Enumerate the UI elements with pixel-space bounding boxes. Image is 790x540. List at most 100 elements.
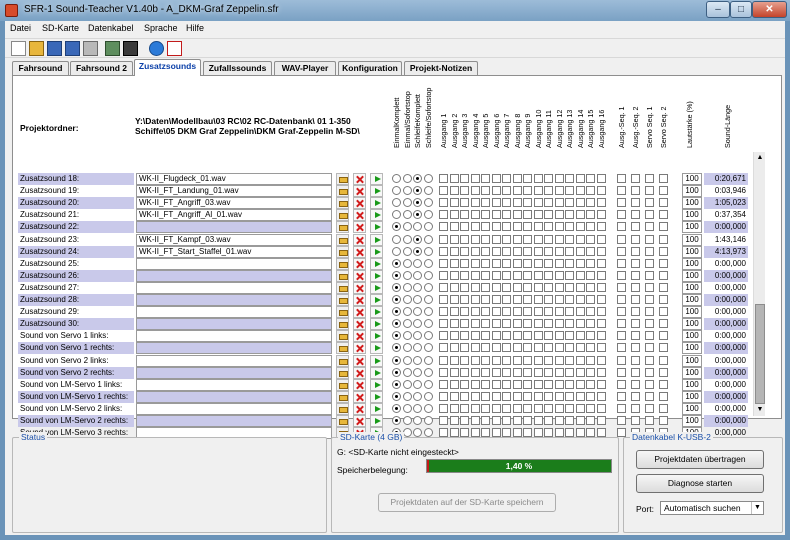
ausgang-checkbox-14[interactable] <box>575 270 585 280</box>
ausgang-checkbox-1[interactable] <box>439 367 448 377</box>
ausgang-checkbox-1[interactable] <box>439 186 448 196</box>
ausgang-checkbox-6[interactable] <box>491 270 501 280</box>
ausgang-checkbox-5[interactable] <box>481 234 490 244</box>
mode-radio-3[interactable] <box>413 403 422 413</box>
mode-radio-1[interactable] <box>392 295 401 304</box>
ausgang-checkbox-4[interactable] <box>470 295 480 304</box>
ausgang-checkbox-4[interactable] <box>470 331 480 341</box>
ausgang-checkbox-4[interactable] <box>470 307 480 317</box>
ausgang-checkbox-8[interactable] <box>512 258 522 268</box>
ausgang-checkbox-7[interactable] <box>502 270 511 280</box>
seq-checkbox-4[interactable] <box>659 282 668 292</box>
seq-checkbox-3[interactable] <box>645 379 654 389</box>
ausgang-checkbox-2[interactable] <box>449 282 459 292</box>
volume-field[interactable]: 100 <box>682 173 702 185</box>
ausgang-checkbox-4[interactable] <box>470 428 480 438</box>
seq-checkbox-2[interactable] <box>631 403 640 413</box>
ausgang-checkbox-14[interactable] <box>575 246 585 256</box>
seq-checkbox-3[interactable] <box>645 174 654 183</box>
ausgang-checkbox-15[interactable] <box>586 343 595 353</box>
seq-checkbox-1[interactable] <box>617 379 626 389</box>
sound-file-field[interactable] <box>136 342 332 355</box>
ausgang-checkbox-3[interactable] <box>460 367 469 377</box>
ausgang-checkbox-3[interactable] <box>460 246 469 256</box>
ausgang-checkbox-3[interactable] <box>460 186 469 196</box>
ausgang-checkbox-6[interactable] <box>491 379 501 389</box>
ausgang-checkbox-4[interactable] <box>470 198 480 208</box>
ausgang-checkbox-16[interactable] <box>596 403 606 413</box>
ausgang-checkbox-2[interactable] <box>449 174 459 183</box>
ausgang-checkbox-10[interactable] <box>533 210 543 220</box>
ausgang-checkbox-8[interactable] <box>512 367 522 377</box>
mode-radio-2[interactable] <box>402 295 412 304</box>
ausgang-checkbox-7[interactable] <box>502 343 511 353</box>
ausgang-checkbox-12[interactable] <box>554 186 564 196</box>
ausgang-checkbox-6[interactable] <box>491 282 501 292</box>
ausgang-checkbox-13[interactable] <box>565 282 574 292</box>
ausgang-checkbox-4[interactable] <box>470 258 480 268</box>
ausgang-checkbox-15[interactable] <box>586 186 595 196</box>
mode-radio-3[interactable] <box>413 428 422 438</box>
mode-radio-1[interactable] <box>392 379 401 389</box>
seq-checkbox-1[interactable] <box>617 210 626 220</box>
mode-radio-4[interactable] <box>423 282 433 292</box>
ausgang-checkbox-16[interactable] <box>596 258 606 268</box>
ausgang-checkbox-16[interactable] <box>596 416 606 425</box>
play-icon[interactable] <box>370 366 383 379</box>
seq-checkbox-2[interactable] <box>631 210 640 220</box>
open-folder-icon[interactable] <box>336 366 349 379</box>
seq-checkbox-1[interactable] <box>617 319 626 329</box>
mode-radio-4[interactable] <box>423 198 433 208</box>
mode-radio-4[interactable] <box>423 258 433 268</box>
ausgang-checkbox-2[interactable] <box>449 270 459 280</box>
ausgang-checkbox-15[interactable] <box>586 258 595 268</box>
mode-radio-4[interactable] <box>423 367 433 377</box>
seq-checkbox-3[interactable] <box>645 367 654 377</box>
seq-checkbox-2[interactable] <box>631 222 640 232</box>
seq-checkbox-1[interactable] <box>617 234 626 244</box>
ausgang-checkbox-15[interactable] <box>586 403 595 413</box>
mode-radio-4[interactable] <box>423 246 433 256</box>
ausgang-checkbox-12[interactable] <box>554 403 564 413</box>
ausgang-checkbox-7[interactable] <box>502 379 511 389</box>
ausgang-checkbox-1[interactable] <box>439 222 448 232</box>
mode-radio-1[interactable] <box>392 186 401 196</box>
ausgang-checkbox-10[interactable] <box>533 222 543 232</box>
ausgang-checkbox-5[interactable] <box>481 174 490 183</box>
delete-icon[interactable] <box>353 245 366 258</box>
volume-field[interactable]: 100 <box>682 221 702 234</box>
ausgang-checkbox-4[interactable] <box>470 391 480 401</box>
table-scrollbar[interactable]: ▲ ▼ <box>753 152 765 416</box>
ausgang-checkbox-13[interactable] <box>565 234 574 244</box>
ausgang-checkbox-14[interactable] <box>575 282 585 292</box>
delete-icon[interactable] <box>353 306 366 319</box>
seq-checkbox-2[interactable] <box>631 258 640 268</box>
delete-icon[interactable] <box>353 330 366 343</box>
open-folder-icon[interactable] <box>336 342 349 355</box>
ausgang-checkbox-10[interactable] <box>533 282 543 292</box>
seq-checkbox-2[interactable] <box>631 307 640 317</box>
sound-file-field[interactable] <box>136 378 332 391</box>
ausgang-checkbox-4[interactable] <box>470 319 480 329</box>
mode-radio-1[interactable] <box>392 416 401 425</box>
mode-radio-2[interactable] <box>402 246 412 256</box>
ausgang-checkbox-12[interactable] <box>554 367 564 377</box>
ausgang-checkbox-13[interactable] <box>565 331 574 341</box>
ausgang-checkbox-8[interactable] <box>512 307 522 317</box>
tab-zufallssounds[interactable]: Zufallssounds <box>203 61 272 75</box>
ausgang-checkbox-9[interactable] <box>523 282 532 292</box>
ausgang-checkbox-12[interactable] <box>554 379 564 389</box>
scroll-thumb[interactable] <box>755 304 765 404</box>
play-icon[interactable] <box>370 402 383 415</box>
seq-checkbox-3[interactable] <box>645 391 654 401</box>
ausgang-checkbox-2[interactable] <box>449 428 459 438</box>
ausgang-checkbox-5[interactable] <box>481 319 490 329</box>
open-folder-icon[interactable] <box>336 281 349 294</box>
ausgang-checkbox-13[interactable] <box>565 246 574 256</box>
ausgang-checkbox-10[interactable] <box>533 319 543 329</box>
mode-radio-3[interactable] <box>413 270 422 280</box>
mode-radio-2[interactable] <box>402 391 412 401</box>
sound-file-field[interactable] <box>136 318 332 331</box>
ausgang-checkbox-9[interactable] <box>523 222 532 232</box>
volume-field[interactable]: 100 <box>682 209 702 222</box>
